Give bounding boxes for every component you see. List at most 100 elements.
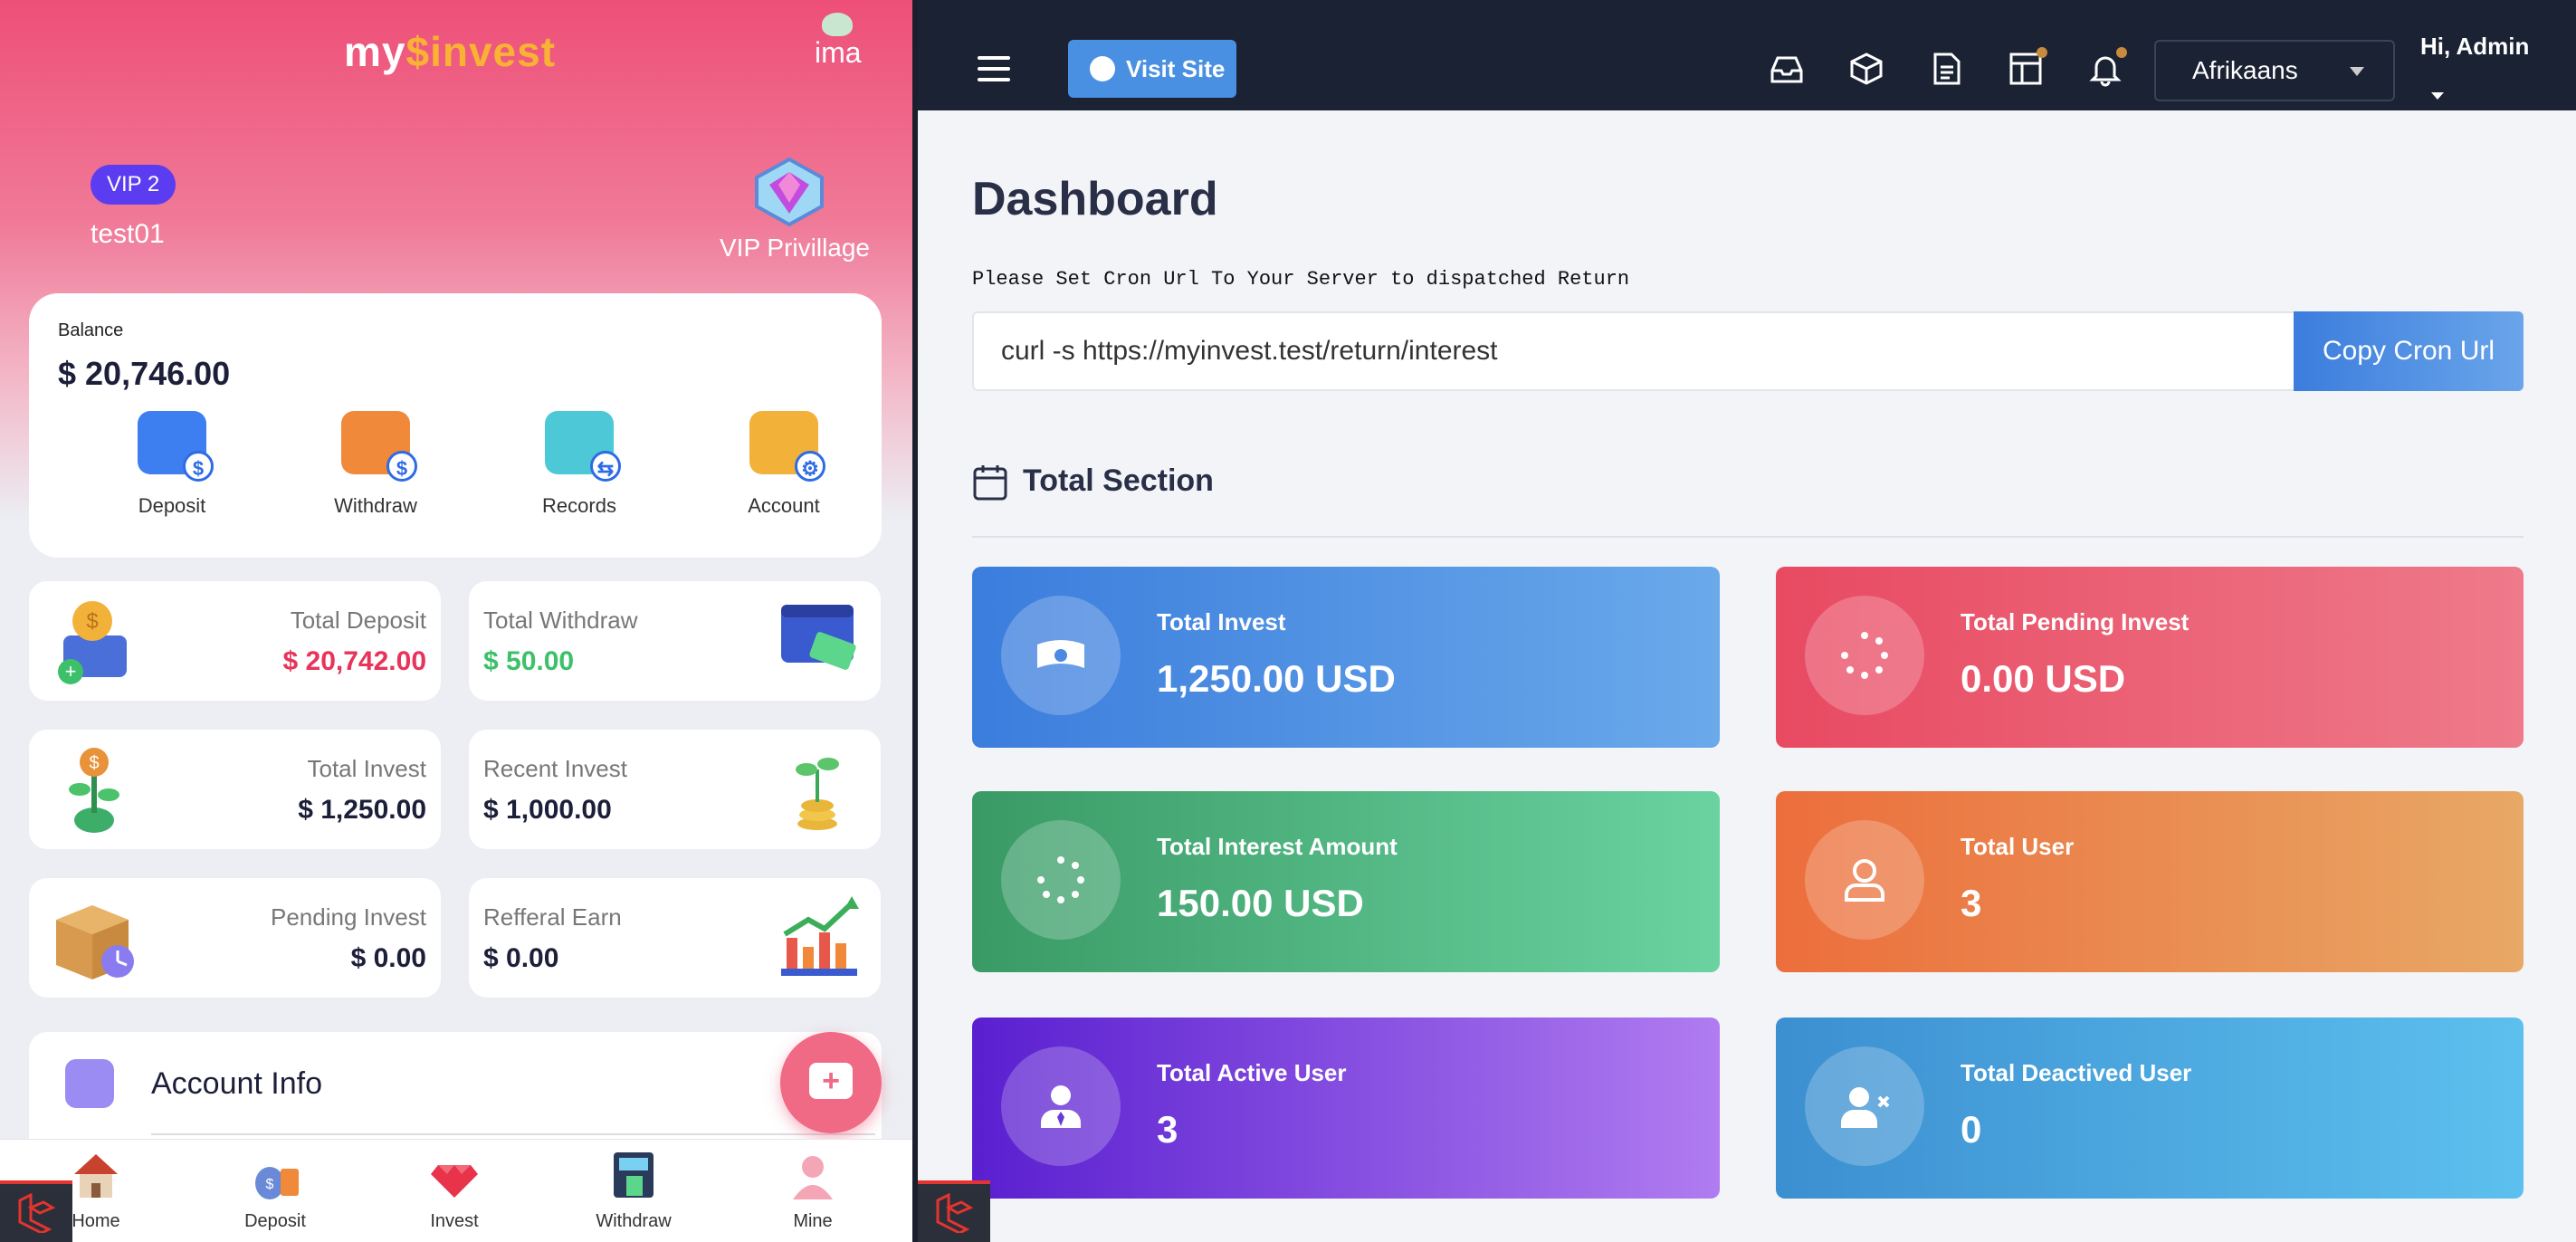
coin-sprout-icon [796, 758, 839, 830]
visit-site-label: Visit Site [1126, 55, 1226, 82]
tile-label: Total Invest [1157, 608, 1286, 635]
quick-action-label: Account [748, 494, 820, 517]
stat-recent-invest[interactable]: Recent Invest $ 1,000.00 [469, 730, 881, 849]
quick-action-records[interactable]: ⇆ Records [507, 411, 652, 518]
laravel-debug-icon[interactable] [918, 1180, 990, 1242]
tile-total-pending-invest[interactable]: Total Pending Invest 0.00 USD [1776, 567, 2524, 748]
logo-text-right: invest [430, 28, 557, 75]
svg-text:$: $ [89, 753, 99, 773]
language-value: Afrikaans [2192, 56, 2298, 84]
spinner-icon [1805, 596, 1924, 715]
stat-total-deposit[interactable]: $ + Total Deposit $ 20,742.00 [29, 581, 441, 701]
chat-fab-button[interactable]: + [780, 1032, 882, 1133]
visit-site-button[interactable]: Visit Site [1068, 40, 1236, 98]
nav-invest[interactable]: Invest [391, 1149, 518, 1232]
tile-total-interest-amount[interactable]: Total Interest Amount 150.00 USD [972, 791, 1720, 972]
spinner-icon [1001, 820, 1121, 940]
cube-icon[interactable] [1848, 51, 1884, 87]
top-navbar: Visit Site Afrikaans Hi, Admin [918, 0, 2576, 110]
home-icon [74, 1154, 118, 1198]
nav-deposit[interactable]: $ Deposit [212, 1149, 339, 1232]
card-icon: $ [341, 411, 417, 482]
laravel-debug-icon[interactable] [0, 1180, 72, 1242]
tile-label: Total Deactived User [1961, 1059, 2192, 1086]
stat-value: $ 1,000.00 [483, 795, 612, 825]
stat-label: Recent Invest [483, 755, 627, 782]
balance-value: $ 20,746.00 [58, 355, 231, 392]
calendar-icon [973, 465, 1007, 501]
tile-total-invest[interactable]: Total Invest 1,250.00 USD [972, 567, 1720, 748]
language-select[interactable]: Afrikaans [2154, 40, 2395, 101]
username: test01 [91, 219, 165, 249]
nav-mine[interactable]: Mine [749, 1149, 876, 1232]
box-clock-icon [56, 905, 134, 979]
stat-label: Total Invest [307, 755, 426, 782]
cash-window-icon [781, 605, 856, 670]
app-logo[interactable]: my$invest [344, 27, 556, 76]
atm-icon [614, 1152, 654, 1198]
cron-url-field[interactable]: curl -s https://myinvest.test/return/int… [972, 311, 2295, 391]
table-icon[interactable] [2008, 47, 2047, 87]
cron-note: Please Set Cron Url To Your Server to di… [972, 268, 1630, 291]
tile-value: 0.00 USD [1961, 657, 2126, 700]
bell-icon[interactable] [2087, 47, 2127, 87]
logo-coin-icon: $ [405, 28, 431, 75]
user-tie-icon [1001, 1046, 1121, 1166]
balance-label: Balance [58, 320, 124, 340]
account-card-icon [65, 1059, 114, 1108]
vip-privilege-label[interactable]: VIP Privillage [720, 234, 870, 263]
tile-total-user[interactable]: Total User 3 [1776, 791, 2524, 972]
stat-pending-invest[interactable]: Pending Invest $ 0.00 [29, 878, 441, 998]
tile-total-deactived-user[interactable]: Total Deactived User 0 [1776, 1017, 2524, 1199]
quick-action-account[interactable]: ⚙ Account [711, 411, 856, 518]
menu-toggle-icon[interactable] [978, 56, 1010, 89]
divider [972, 536, 2524, 538]
stat-total-withdraw[interactable]: Total Withdraw $ 50.00 [469, 581, 881, 701]
money-icon [1001, 596, 1121, 715]
stat-total-invest[interactable]: $ Total Invest $ 1,250.00 [29, 730, 441, 849]
records-icon: ⇆ [545, 411, 621, 482]
stat-label: Total Withdraw [483, 607, 638, 634]
page-title: Dashboard [972, 173, 1218, 225]
logo-text-left: my [344, 28, 406, 75]
growth-chart-icon [781, 896, 859, 976]
chevron-down-icon [2350, 67, 2364, 76]
stat-label: Pending Invest [270, 903, 426, 931]
nav-label: Invest [430, 1211, 479, 1231]
wallet-icon: $ [138, 411, 214, 482]
divider [151, 1133, 875, 1135]
stat-label: Refferal Earn [483, 903, 622, 931]
avatar[interactable]: ima [815, 13, 878, 94]
copy-cron-url-button[interactable]: Copy Cron Url [2294, 311, 2524, 391]
stat-refferal-earn[interactable]: Refferal Earn $ 0.00 [469, 878, 881, 998]
account-info-label: Account Info [151, 1066, 323, 1101]
tile-label: Total Pending Invest [1961, 608, 2190, 635]
balance-card: Balance $ 20,746.00 $ Deposit $ Withdraw… [29, 293, 882, 558]
quick-action-withdraw[interactable]: $ Withdraw [303, 411, 448, 518]
stat-value: $ 1,250.00 [298, 795, 426, 825]
globe-icon [1090, 56, 1115, 81]
inbox-icon[interactable] [1769, 51, 1805, 87]
nav-withdraw[interactable]: Withdraw [570, 1149, 697, 1232]
document-icon[interactable] [1928, 51, 1964, 87]
money-plant-icon: $ [69, 748, 119, 833]
user-greeting[interactable]: Hi, Admin [2420, 33, 2529, 61]
tile-total-active-user[interactable]: Total Active User 3 [972, 1017, 1720, 1199]
user-icon [793, 1156, 833, 1199]
svg-text:$: $ [266, 1177, 274, 1192]
wallet-coin-icon: $+ [58, 601, 127, 684]
user-menu-caret-icon[interactable] [2431, 92, 2444, 100]
quick-action-deposit[interactable]: $ Deposit [100, 411, 244, 518]
nav-label: Mine [793, 1211, 833, 1231]
vip-diamond-icon[interactable] [749, 156, 829, 228]
tile-value: 1,250.00 USD [1157, 657, 1396, 700]
tile-value: 3 [1961, 882, 1982, 924]
user-icon [1805, 820, 1924, 940]
mobile-app-panel: my$invest ima VIP 2 test01 VIP Privillag… [0, 0, 912, 1242]
vip-badge: VIP 2 [91, 165, 177, 205]
svg-text:$: $ [86, 609, 98, 634]
tile-label: Total User [1961, 833, 2075, 860]
quick-action-label: Withdraw [334, 494, 417, 517]
user-x-icon [1805, 1046, 1924, 1166]
quick-action-label: Records [542, 494, 616, 517]
